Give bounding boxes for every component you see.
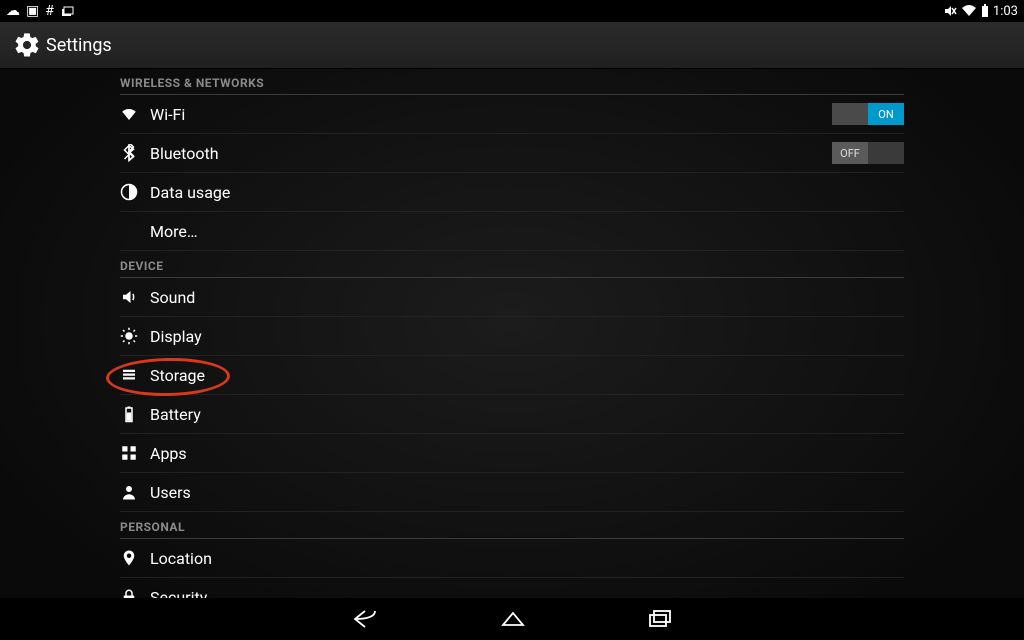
settings-item-label: Display — [150, 327, 904, 346]
settings-item-display[interactable]: Display — [120, 317, 904, 356]
wi-fi-toggle[interactable]: ON — [832, 103, 904, 125]
toggle-half — [832, 103, 868, 125]
mute-icon — [943, 4, 957, 18]
toggle-half: OFF — [832, 142, 868, 164]
data-icon — [120, 183, 150, 201]
settings-item-users[interactable]: Users — [120, 473, 904, 512]
toggle-half — [868, 142, 904, 164]
settings-item-location[interactable]: Location — [120, 539, 904, 578]
title-bar: Settings — [0, 22, 1024, 69]
settings-item-label: Data usage — [150, 183, 904, 202]
security-icon — [120, 588, 150, 598]
download-icon: ▣ — [26, 4, 39, 18]
wifi-status-icon — [961, 4, 977, 18]
settings-item-bluetooth[interactable]: BluetoothOFF — [120, 134, 904, 173]
settings-item-label: Bluetooth — [150, 144, 832, 163]
home-button[interactable] — [499, 609, 527, 629]
settings-item-apps[interactable]: Apps — [120, 434, 904, 473]
sound-icon — [120, 288, 150, 306]
clock: 1:03 — [993, 4, 1018, 19]
apps-icon — [120, 444, 150, 462]
storage-icon — [120, 366, 150, 384]
settings-item-label: More… — [150, 222, 904, 241]
hash-icon: # — [45, 4, 54, 18]
settings-item-security[interactable]: Security — [120, 578, 904, 598]
navigation-bar — [0, 598, 1024, 640]
settings-item-label: Location — [150, 549, 904, 568]
settings-item-label: Storage — [150, 366, 904, 385]
bluetooth-toggle[interactable]: OFF — [832, 142, 904, 164]
settings-item-more[interactable]: More… — [120, 212, 904, 251]
settings-item-label: Apps — [150, 444, 904, 463]
battery-icon — [120, 405, 150, 423]
page-title: Settings — [46, 35, 112, 56]
status-left: ☁ ▣ # — [6, 4, 74, 18]
location-icon — [120, 549, 150, 567]
settings-item-label: Battery — [150, 405, 904, 424]
cloud-icon: ☁ — [6, 4, 20, 18]
battery-status-icon — [981, 4, 989, 18]
recents-button[interactable] — [647, 609, 673, 629]
toggle-half: ON — [868, 103, 904, 125]
wifi-icon — [120, 105, 150, 123]
users-icon — [120, 483, 150, 501]
settings-item-label: Wi-Fi — [150, 105, 832, 124]
settings-item-data-usage[interactable]: Data usage — [120, 173, 904, 212]
section-header: WIRELESS & NETWORKS — [120, 68, 904, 95]
display-icon — [120, 327, 150, 345]
status-bar: ☁ ▣ # 1:03 — [0, 0, 1024, 22]
status-right: 1:03 — [943, 4, 1018, 19]
stack-icon — [60, 4, 74, 18]
settings-gear-icon — [8, 31, 46, 59]
section-header: PERSONAL — [120, 512, 904, 539]
settings-item-wi-fi[interactable]: Wi-Fi ON — [120, 95, 904, 134]
settings-item-storage[interactable]: Storage — [120, 356, 904, 395]
settings-item-label: Security — [150, 588, 904, 599]
back-button[interactable] — [351, 609, 379, 629]
settings-item-sound[interactable]: Sound — [120, 278, 904, 317]
settings-item-label: Users — [150, 483, 904, 502]
section-header: DEVICE — [120, 251, 904, 278]
settings-item-battery[interactable]: Battery — [120, 395, 904, 434]
settings-item-label: Sound — [150, 288, 904, 307]
bluetooth-icon — [120, 144, 150, 162]
settings-list[interactable]: WIRELESS & NETWORKS Wi-Fi ON BluetoothOFF Da… — [0, 68, 1024, 598]
